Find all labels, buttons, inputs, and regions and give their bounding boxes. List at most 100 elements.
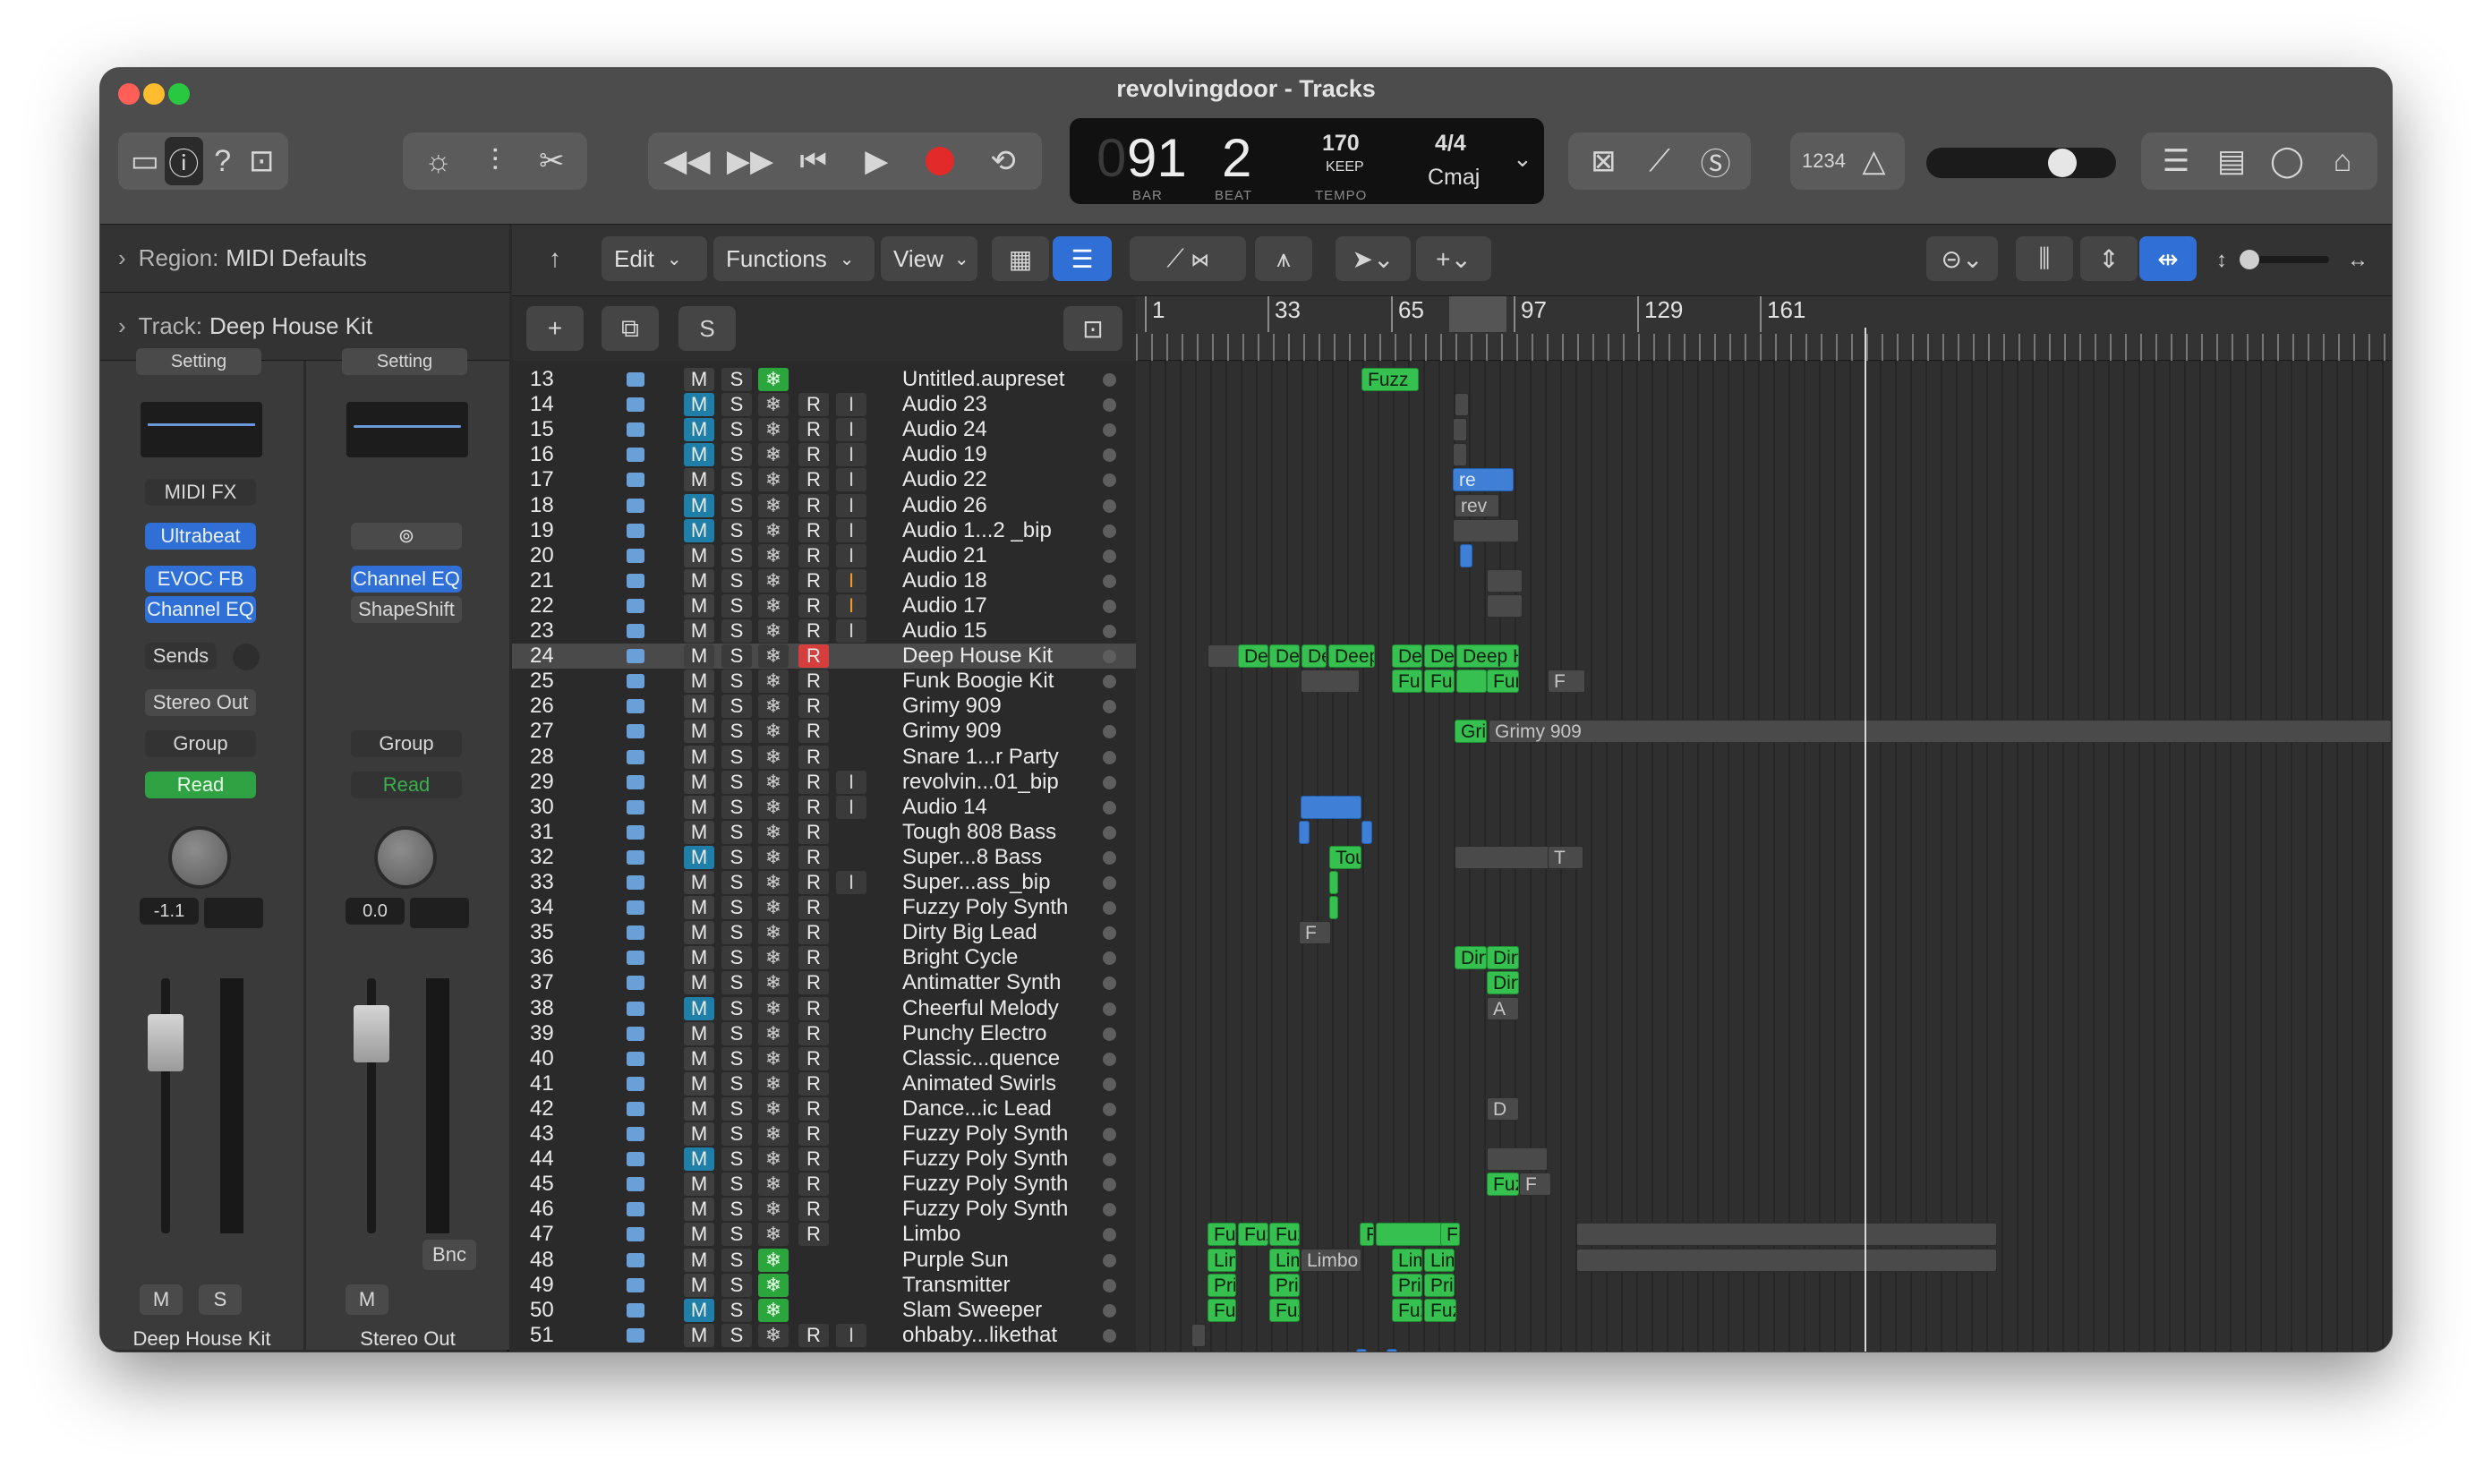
mute-button[interactable]: M (684, 820, 714, 844)
record-enable-button[interactable]: R (798, 493, 829, 517)
freeze-icon[interactable]: ❄ (758, 820, 789, 844)
record-enable-button[interactable]: R (798, 996, 829, 1020)
track-dot-icon[interactable] (1103, 373, 1116, 387)
mute-button[interactable]: M (684, 368, 714, 391)
freeze-icon[interactable]: ❄ (758, 1323, 789, 1347)
solo-button[interactable]: S (721, 1323, 752, 1347)
record-enable-button[interactable]: R (798, 443, 829, 467)
region[interactable]: Lim (1424, 1248, 1455, 1272)
solo-button[interactable]: S (721, 619, 752, 643)
mute-button[interactable]: M (684, 971, 714, 995)
region[interactable]: Fun (1392, 670, 1422, 694)
region[interactable]: A (1487, 996, 1519, 1020)
add-track-button[interactable]: + (526, 306, 584, 351)
freeze-icon[interactable]: ❄ (758, 443, 789, 467)
library-icon[interactable]: ▭ (125, 137, 165, 185)
region[interactable]: Dee (1392, 644, 1422, 669)
solo-button[interactable]: S (721, 1046, 752, 1070)
region[interactable]: Dee (1238, 644, 1268, 669)
region[interactable]: Fuz (1269, 1223, 1300, 1247)
solo-button[interactable]: S (721, 1223, 752, 1247)
mute-button[interactable]: M (684, 1248, 714, 1272)
track-row[interactable]: 40 M S ❄ R Classic...quence (512, 1046, 1136, 1071)
region[interactable]: Dee (1424, 644, 1455, 669)
track-dot-icon[interactable] (1103, 1278, 1116, 1292)
solo-button[interactable]: S (721, 1147, 752, 1172)
region[interactable]: Prim (1208, 1273, 1236, 1297)
track-row[interactable]: 32 M S ❄ R Super...8 Bass (512, 845, 1136, 870)
input-monitor-button[interactable]: I (836, 568, 866, 593)
track-dot-icon[interactable] (1103, 850, 1116, 865)
record-enable-button[interactable]: R (798, 418, 829, 442)
solo-button[interactable]: S (721, 921, 752, 945)
solo-mode-icon[interactable]: Ⓢ (1692, 137, 1740, 185)
volume-readout[interactable]: 0.0 (346, 898, 405, 925)
input-monitor-button[interactable]: I (836, 770, 866, 794)
record-enable-button[interactable]: R (798, 1323, 829, 1347)
region[interactable]: Fun (1424, 670, 1455, 694)
record-enable-button[interactable]: R (798, 1198, 829, 1222)
record-enable-button[interactable]: R (798, 795, 829, 819)
mute-button[interactable]: M (684, 1071, 714, 1096)
mute-button[interactable]: M (684, 770, 714, 794)
region[interactable] (1329, 896, 1338, 920)
cycle-icon[interactable]: ⟲ (979, 137, 1028, 185)
mute-button[interactable]: M (684, 1223, 714, 1247)
mute-button[interactable]: M (684, 745, 714, 769)
global-solo-button[interactable]: S (678, 306, 736, 351)
record-enable-button[interactable]: R (798, 1021, 829, 1045)
input-monitor-button[interactable]: I (836, 493, 866, 517)
freeze-icon[interactable]: ❄ (758, 1248, 789, 1272)
region[interactable]: Dirt (1455, 946, 1487, 970)
record-enable-button[interactable]: R (798, 468, 829, 492)
mixer-icon[interactable]: ⫶ (471, 137, 519, 185)
region[interactable]: D (1487, 1096, 1519, 1121)
freeze-icon[interactable]: ❄ (758, 393, 789, 417)
input-monitor-button[interactable]: I (836, 543, 866, 567)
record-enable-button[interactable]: R (798, 1173, 829, 1197)
track-row[interactable]: 23 M S ❄ R I Audio 15 (512, 618, 1136, 644)
fast-forward-icon[interactable]: ▶▶ (726, 137, 774, 185)
track-dot-icon[interactable] (1103, 800, 1116, 814)
region[interactable]: T (1548, 845, 1583, 869)
functions-menu[interactable]: Functions ⌄ (713, 236, 875, 281)
track-row[interactable]: 29 M S ❄ R Irevolvin...01_bip (512, 770, 1136, 795)
track-row[interactable]: 17 M S ❄ R I Audio 22 (512, 467, 1136, 492)
region[interactable] (1455, 393, 1469, 417)
track-row[interactable]: 31 M S ❄ R Tough 808 Bass (512, 820, 1136, 845)
input-monitor-button[interactable]: I (836, 1323, 866, 1347)
region[interactable]: Prim (1392, 1273, 1422, 1297)
record-enable-button[interactable]: R (798, 1122, 829, 1146)
track-dot-icon[interactable] (1103, 977, 1116, 991)
track-dot-icon[interactable] (1103, 1052, 1116, 1066)
track-dot-icon[interactable] (1103, 1328, 1116, 1343)
volume-fader[interactable] (354, 1005, 389, 1062)
region[interactable]: F (1299, 921, 1331, 945)
record-enable-button[interactable]: R (798, 568, 829, 593)
track-dot-icon[interactable] (1103, 448, 1116, 463)
track-row[interactable]: 20 M S ❄ R I Audio 21 (512, 543, 1136, 568)
mute-button[interactable]: M (684, 418, 714, 442)
audio-fx-slot-1[interactable]: Channel EQ (351, 566, 462, 593)
record-enable-button[interactable]: R (798, 1147, 829, 1172)
track-dot-icon[interactable] (1103, 876, 1116, 890)
freeze-icon[interactable]: ❄ (758, 971, 789, 995)
output-slot[interactable]: Stereo Out (145, 689, 256, 716)
region[interactable]: Fuzz (1361, 368, 1419, 391)
mute-button[interactable]: M (684, 1147, 714, 1172)
region[interactable]: F (1519, 1173, 1551, 1197)
region[interactable]: Fun (1487, 670, 1519, 694)
track-row[interactable]: 39 M S ❄ R Punchy Electro (512, 1021, 1136, 1046)
mute-button[interactable]: M (684, 1298, 714, 1322)
region[interactable] (1576, 1248, 1997, 1272)
pan-knob-icon[interactable] (168, 826, 231, 889)
track-row[interactable]: 51 M S ❄ R Iohbaby...likethat (512, 1323, 1136, 1348)
track-dot-icon[interactable] (1103, 1128, 1116, 1141)
region[interactable]: Limbo (1301, 1248, 1361, 1272)
region[interactable]: Fuz (1208, 1223, 1236, 1247)
freeze-icon[interactable]: ❄ (758, 644, 789, 669)
fit-icon[interactable]: ⇹ (2139, 236, 2197, 281)
input-monitor-button[interactable]: I (836, 593, 866, 618)
mute-button[interactable]: M (684, 946, 714, 970)
region[interactable]: Fuzz (1424, 1298, 1456, 1322)
